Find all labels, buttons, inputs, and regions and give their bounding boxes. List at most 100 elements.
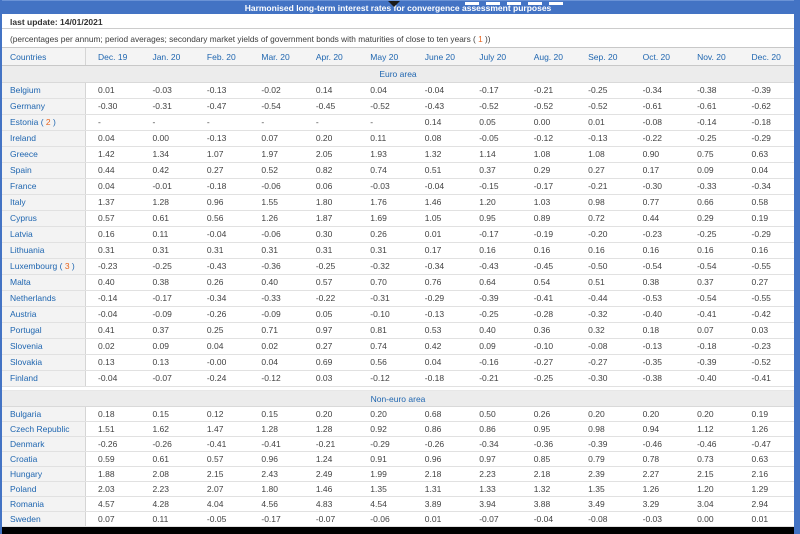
country-link-portugal[interactable]: Portugal <box>2 323 86 338</box>
country-link-denmark[interactable]: Denmark <box>2 437 86 451</box>
country-name[interactable]: Belgium <box>10 85 41 95</box>
country-name[interactable]: Estonia <box>10 117 38 127</box>
country-name[interactable]: Romania <box>10 499 44 509</box>
column-header-nov-20[interactable]: Nov. 20 <box>685 48 739 65</box>
value-denmark-apr-20: -0.21 <box>304 437 358 451</box>
column-header-dec-19[interactable]: Dec. 19 <box>86 48 140 65</box>
scroll-down-triangle-icon[interactable] <box>388 1 400 7</box>
country-name[interactable]: Germany <box>10 101 45 111</box>
column-header-aug-20[interactable]: Aug. 20 <box>522 48 576 65</box>
value-poland-june-20: 1.31 <box>413 482 467 496</box>
value-italy-dec-19: 1.37 <box>86 195 140 210</box>
value-belgium-dec-20: -0.39 <box>740 83 794 98</box>
country-link-belgium[interactable]: Belgium <box>2 83 86 98</box>
value-ireland-mar-20: 0.07 <box>249 131 303 146</box>
country-name[interactable]: Sweden <box>10 514 41 524</box>
country-link-luxembourg[interactable]: Luxembourg ( 3 ) <box>2 259 86 274</box>
column-header-feb-20[interactable]: Feb. 20 <box>195 48 249 65</box>
country-link-romania[interactable]: Romania <box>2 497 86 511</box>
value-ireland-may-20: 0.11 <box>358 131 412 146</box>
value-finland-aug-20: -0.25 <box>522 371 576 386</box>
column-header-mar-20[interactable]: Mar. 20 <box>249 48 303 65</box>
country-name[interactable]: Austria <box>10 309 36 319</box>
country-name[interactable]: Finland <box>10 373 38 383</box>
country-name[interactable]: Cyprus <box>10 213 37 223</box>
column-header-dec-20[interactable]: Dec. 20 <box>740 48 794 65</box>
country-link-slovenia[interactable]: Slovenia <box>2 339 86 354</box>
value-denmark-may-20: -0.29 <box>358 437 412 451</box>
country-name[interactable]: Portugal <box>10 325 42 335</box>
country-link-hungary[interactable]: Hungary <box>2 467 86 481</box>
country-link-bulgaria[interactable]: Bulgaria <box>2 407 86 421</box>
country-name[interactable]: Slovakia <box>10 357 42 367</box>
value-slovenia-apr-20: 0.27 <box>304 339 358 354</box>
country-name[interactable]: Latvia <box>10 229 33 239</box>
country-link-spain[interactable]: Spain <box>2 163 86 178</box>
column-header-apr-20[interactable]: Apr. 20 <box>304 48 358 65</box>
country-name[interactable]: Greece <box>10 149 38 159</box>
value-romania-jan-20: 4.28 <box>140 497 194 511</box>
country-name[interactable]: Hungary <box>10 469 42 479</box>
country-link-croatia[interactable]: Croatia <box>2 452 86 466</box>
country-name[interactable]: Lithuania <box>10 245 45 255</box>
country-name[interactable]: Croatia <box>10 454 37 464</box>
footnote-2-link[interactable]: 2 <box>46 117 51 127</box>
country-link-czech-republic[interactable]: Czech Republic <box>2 422 86 436</box>
value-sweden-june-20: 0.01 <box>413 512 467 526</box>
value-austria-jan-20: -0.09 <box>140 307 194 322</box>
country-name[interactable]: Poland <box>10 484 36 494</box>
country-link-austria[interactable]: Austria <box>2 307 86 322</box>
country-link-sweden[interactable]: Sweden <box>2 512 86 526</box>
value-malta-sep-20: 0.51 <box>576 275 630 290</box>
value-italy-june-20: 1.46 <box>413 195 467 210</box>
value-spain-feb-20: 0.27 <box>195 163 249 178</box>
country-link-ireland[interactable]: Ireland <box>2 131 86 146</box>
country-link-lithuania[interactable]: Lithuania <box>2 243 86 258</box>
country-link-netherlands[interactable]: Netherlands <box>2 291 86 306</box>
country-name[interactable]: Spain <box>10 165 32 175</box>
country-link-slovakia[interactable]: Slovakia <box>2 355 86 370</box>
country-link-italy[interactable]: Italy <box>2 195 86 210</box>
value-romania-apr-20: 4.83 <box>304 497 358 511</box>
country-name[interactable]: Netherlands <box>10 293 56 303</box>
country-link-france[interactable]: France <box>2 179 86 194</box>
country-link-estonia[interactable]: Estonia ( 2 ) <box>2 115 86 130</box>
country-name[interactable]: Bulgaria <box>10 409 41 419</box>
country-name[interactable]: Czech Republic <box>10 424 70 434</box>
country-link-finland[interactable]: Finland <box>2 371 86 386</box>
table-row-estonia: Estonia ( 2 )------0.140.050.000.01-0.08… <box>2 115 794 131</box>
country-link-latvia[interactable]: Latvia <box>2 227 86 242</box>
column-header-oct-20[interactable]: Oct. 20 <box>631 48 685 65</box>
value-france-mar-20: -0.06 <box>249 179 303 194</box>
value-france-apr-20: 0.06 <box>304 179 358 194</box>
country-link-greece[interactable]: Greece <box>2 147 86 162</box>
value-slovenia-dec-19: 0.02 <box>86 339 140 354</box>
country-name[interactable]: Slovenia <box>10 341 43 351</box>
value-czech-republic-june-20: 0.86 <box>413 422 467 436</box>
column-header-countries[interactable]: Countries <box>2 48 86 65</box>
country-name[interactable]: Italy <box>10 197 26 207</box>
column-header-jan-20[interactable]: Jan. 20 <box>140 48 194 65</box>
value-estonia-dec-20: -0.18 <box>740 115 794 130</box>
country-name[interactable]: France <box>10 181 36 191</box>
value-germany-mar-20: -0.54 <box>249 99 303 114</box>
value-bulgaria-sep-20: 0.20 <box>576 407 630 421</box>
country-name[interactable]: Malta <box>10 277 31 287</box>
country-name[interactable]: Denmark <box>10 439 44 449</box>
footnote-3-link[interactable]: 3 <box>65 261 70 271</box>
column-header-june-20[interactable]: June 20 <box>413 48 467 65</box>
country-name[interactable]: Ireland <box>10 133 36 143</box>
table-row-romania: Romania4.574.284.044.564.834.543.893.943… <box>2 497 794 512</box>
column-header-may-20[interactable]: May 20 <box>358 48 412 65</box>
table-row-latvia: Latvia0.160.11-0.04-0.060.300.260.01-0.1… <box>2 227 794 243</box>
country-link-poland[interactable]: Poland <box>2 482 86 496</box>
column-header-july-20[interactable]: July 20 <box>467 48 521 65</box>
value-slovakia-feb-20: -0.00 <box>195 355 249 370</box>
country-link-cyprus[interactable]: Cyprus <box>2 211 86 226</box>
value-poland-mar-20: 1.80 <box>249 482 303 496</box>
country-name[interactable]: Luxembourg <box>10 261 57 271</box>
country-link-malta[interactable]: Malta <box>2 275 86 290</box>
column-header-sep-20[interactable]: Sep. 20 <box>576 48 630 65</box>
value-malta-oct-20: 0.38 <box>631 275 685 290</box>
country-link-germany[interactable]: Germany <box>2 99 86 114</box>
